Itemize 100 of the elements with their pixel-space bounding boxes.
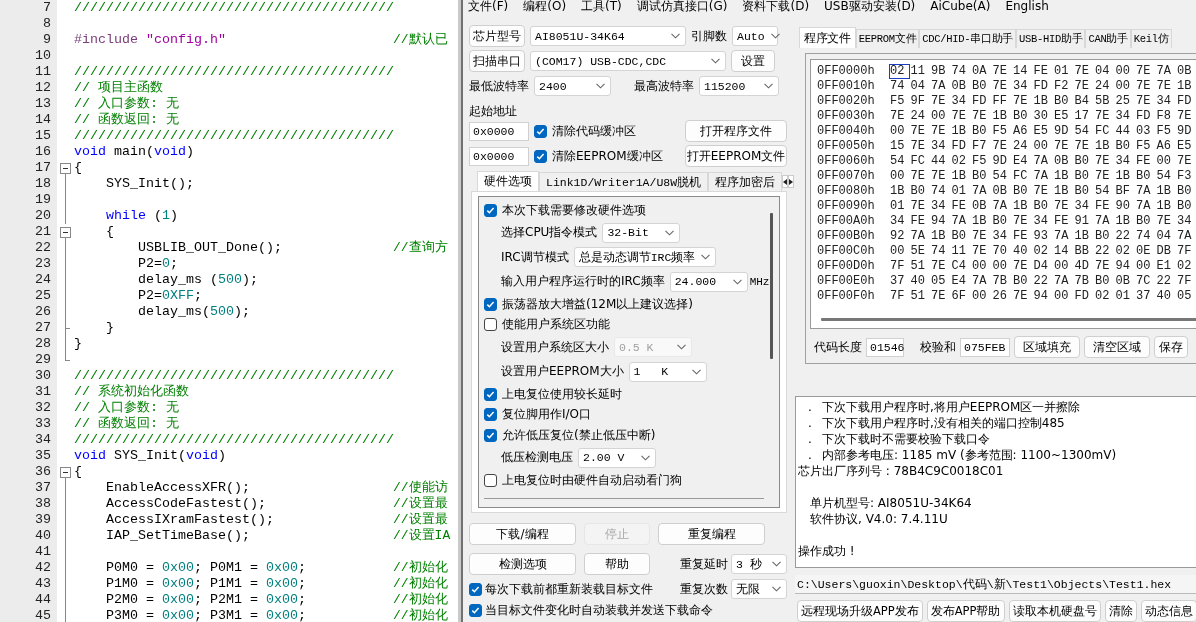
tool-button[interactable]: 动态信息 [1140, 600, 1196, 622]
action-button[interactable]: 下载/编程 [469, 523, 576, 545]
checkbox[interactable] [469, 582, 482, 596]
summary-button[interactable]: 保存 [1154, 336, 1188, 358]
line-number: 43 [0, 576, 57, 592]
option-dropdown[interactable]: 2.00 V [578, 447, 656, 468]
tab[interactable]: CAN助手 [1085, 29, 1131, 48]
code-line: P0M0 = 0x00; P0M1 = 0x00; [105, 560, 307, 576]
line-number: 28 [0, 336, 57, 352]
menu-item[interactable]: AiCube(A) [930, 0, 991, 13]
hex-byte: 7F [889, 289, 906, 304]
collapse-icon[interactable] [60, 467, 71, 478]
collapse-icon[interactable] [60, 163, 71, 174]
repeat-delay-label: 重复延时 [680, 555, 728, 573]
address-field[interactable]: 0x0000 [469, 121, 529, 141]
option-label: 设置用户EEPROM大小 [501, 363, 624, 380]
hex-byte: 40 [1012, 244, 1029, 259]
action-button[interactable]: 检测选项 [469, 553, 576, 575]
tool-button[interactable]: 清除 [1104, 600, 1137, 622]
tab[interactable]: Link1D/Writer1A/U8W脱机 [539, 172, 709, 191]
max-baud-dropdown[interactable]: 115200 [699, 76, 779, 96]
option-dropdown[interactable]: 1 K [628, 361, 707, 382]
line-number: 16 [0, 144, 57, 160]
option-dropdown[interactable]: 24.000 [669, 271, 748, 292]
collapse-icon[interactable] [60, 227, 71, 238]
tab[interactable]: 程序文件 [799, 27, 856, 48]
checkbox[interactable] [484, 297, 497, 311]
chevron-icon [772, 586, 781, 592]
pin-count-dropdown[interactable]: Auto [732, 26, 778, 46]
hex-byte: 1B [971, 214, 988, 229]
menu-item[interactable]: USB驱动安装(D) [824, 0, 916, 13]
hex-byte: 34 [1114, 154, 1131, 169]
tab[interactable]: CDC/HID-串口助手 [919, 29, 1017, 48]
hex-byte: 7E [930, 259, 947, 274]
hex-byte: 74 [889, 79, 906, 94]
code-line: P3M0 = 0x00; P3M1 = 0x00; [105, 608, 307, 622]
tool-button[interactable]: 读取本机硬盘号 [1008, 600, 1101, 622]
checkbox[interactable] [484, 318, 497, 331]
tab[interactable]: 程序加密后 [708, 172, 783, 191]
menu-item[interactable]: 调试仿真接口(G) [636, 0, 728, 13]
settings-button[interactable]: 设置 [731, 50, 775, 72]
tab[interactable]: EEPROM文件 [855, 29, 920, 48]
checkbox[interactable] [484, 408, 497, 421]
checkbox[interactable] [534, 124, 547, 138]
hex-byte: 00 [971, 259, 988, 274]
chip-model-button[interactable]: 芯片型号 [469, 25, 525, 47]
hex-byte: 7E [1094, 154, 1111, 169]
hex-address: 0FF0090h [817, 199, 876, 214]
repeat-delay-dropdown[interactable]: 3 秒 [731, 554, 787, 574]
hex-byte: 04 [1094, 64, 1111, 79]
tool-button[interactable]: 远程现场升级APP发布 [797, 600, 923, 622]
menu-item[interactable]: 文件(F) [468, 0, 509, 13]
hex-byte: 7A [1032, 154, 1049, 169]
horizontal-scrollbar[interactable] [821, 318, 1196, 321]
repeat-count-dropdown[interactable]: 无限 [731, 579, 787, 599]
hex-byte: 1B [991, 109, 1008, 124]
checkbox[interactable] [484, 203, 497, 217]
hex-byte: 7A [1176, 229, 1193, 244]
summary-button[interactable]: 清空区域 [1084, 336, 1150, 358]
checkbox[interactable] [534, 149, 547, 163]
min-baud-dropdown[interactable]: 2400 [534, 76, 611, 96]
tab[interactable]: 硬件选项 [477, 171, 539, 191]
vertical-scrollbar[interactable] [770, 213, 773, 359]
open-eeprom-button[interactable]: 打开EEPROM文件 [685, 145, 787, 167]
menu-item[interactable]: 工具(T) [581, 0, 622, 13]
tool-button[interactable]: 发布APP帮助 [926, 600, 1005, 622]
port-dropdown[interactable]: (COM17) USB-CDC,CDC [530, 51, 726, 71]
option-dropdown[interactable]: 32-Bit [602, 222, 681, 243]
tab[interactable]: Keil仿 [1130, 29, 1172, 48]
chevron-icon [671, 33, 680, 39]
checkbox[interactable] [469, 604, 482, 617]
address-field[interactable]: 0x0000 [469, 146, 529, 166]
tab[interactable]: USB-HID助手 [1016, 29, 1086, 48]
hex-byte: B0 [1053, 94, 1070, 109]
action-button[interactable]: 帮助 [584, 553, 650, 575]
hex-byte: 00 [1053, 289, 1070, 304]
repeat-count-label: 重复次数 [680, 580, 728, 598]
checkbox[interactable] [484, 387, 497, 401]
hex-byte: 00 [1114, 64, 1131, 79]
hex-address: 0FF0030h [817, 109, 876, 124]
hex-byte: 91 [1073, 214, 1090, 229]
hex-byte: 7E [1135, 94, 1152, 109]
checkbox[interactable] [484, 428, 497, 442]
chip-model-dropdown[interactable]: AI8051U-34K64 [530, 26, 686, 46]
option-dropdown[interactable]: 总是动态调节IRC频率 [573, 247, 717, 267]
checkbox[interactable] [484, 473, 497, 487]
hex-byte: 51 [909, 259, 926, 274]
scan-port-button[interactable]: 扫描串口 [469, 50, 525, 72]
open-program-button[interactable]: 打开程序文件 [685, 120, 787, 142]
hex-byte: 7C [1135, 274, 1152, 289]
menu-item[interactable]: 编程(O) [523, 0, 567, 13]
code-line: // 入口参数: 无 [74, 400, 180, 416]
menu-item[interactable]: 资料下载(D) [742, 0, 810, 13]
code-line: //////////////////////////////////////// [74, 432, 394, 448]
summary-button[interactable]: 区域填充 [1014, 336, 1080, 358]
log-line: 下次下载用户程序时,没有相关的端口控制485 [822, 415, 1065, 431]
action-button[interactable]: 重复编程 [658, 523, 765, 545]
file-path-field[interactable]: C:\Users\guoxin\Desktop\代码\新\Test1\Objects\Test1.hex [795, 575, 1196, 594]
hex-byte: 94 [930, 214, 947, 229]
menu-item[interactable]: English [1005, 0, 1049, 13]
